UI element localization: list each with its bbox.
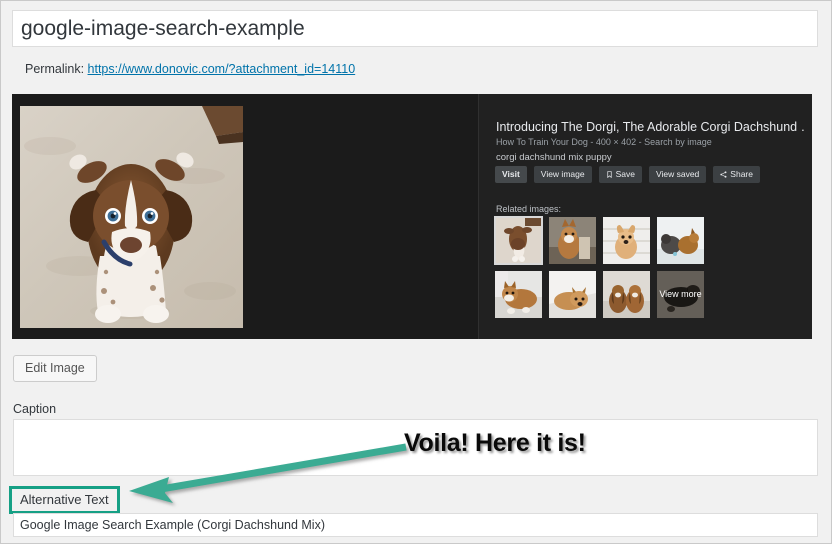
post-title-input[interactable]: [12, 10, 818, 47]
bookmark-icon: [606, 170, 612, 178]
share-icon: [720, 171, 727, 178]
media-preview-panel: Introducing The Dorgi, The Adorable Corg…: [12, 94, 812, 339]
related-thumb-6[interactable]: [549, 271, 596, 318]
related-thumb-8[interactable]: View more: [657, 271, 704, 318]
related-thumb-1[interactable]: [494, 216, 543, 265]
permalink-row: Permalink: https://www.donovic.com/?atta…: [25, 62, 355, 76]
puppy-photo-graphic: [20, 106, 243, 328]
related-thumb-4[interactable]: [657, 217, 704, 264]
thumb-image-3: [603, 217, 650, 264]
edit-image-button[interactable]: Edit Image: [13, 355, 97, 382]
related-images-grid: View more: [494, 216, 704, 318]
view-saved-button-label: View saved: [655, 169, 700, 179]
view-saved-button[interactable]: View saved: [648, 166, 707, 183]
caption-label: Caption: [13, 402, 57, 416]
search-action-buttons: Visit View image Save View saved Share: [495, 166, 760, 183]
share-button-label: Share: [730, 169, 753, 179]
search-result-meta: How To Train Your Dog - 400 × 402 - Sear…: [496, 137, 712, 147]
post-title-field-wrap: [12, 10, 818, 47]
visit-button[interactable]: Visit: [495, 166, 527, 183]
thumb-image-7: [603, 271, 650, 318]
related-thumb-2[interactable]: [549, 217, 596, 264]
thumb-image-6: [549, 271, 596, 318]
google-image-search-panel: Introducing The Dorgi, The Adorable Corg…: [479, 94, 812, 339]
screenshot-root: Permalink: https://www.donovic.com/?atta…: [0, 0, 832, 544]
view-image-button[interactable]: View image: [533, 166, 592, 183]
attachment-photo[interactable]: [20, 106, 243, 328]
thumb-image-1: [495, 217, 542, 264]
related-images-label: Related images:: [496, 204, 562, 214]
thumb-image-4: [657, 217, 704, 264]
search-query-text: corgi dachshund mix puppy: [496, 152, 612, 163]
permalink-link[interactable]: https://www.donovic.com/?attachment_id=1…: [88, 62, 356, 76]
alt-text-label-highlight: Alternative Text: [9, 486, 120, 514]
related-thumb-7[interactable]: [603, 271, 650, 318]
annotation-text: Voila! Here it is!: [404, 429, 586, 457]
image-preview-area: [12, 94, 478, 339]
search-result-title[interactable]: Introducing The Dorgi, The Adorable Corg…: [496, 120, 806, 134]
view-image-button-label: View image: [540, 169, 585, 179]
alt-text-label: Alternative Text: [20, 492, 109, 507]
save-button[interactable]: Save: [598, 166, 642, 183]
visit-button-label: Visit: [502, 169, 520, 179]
view-more-overlay[interactable]: View more: [657, 271, 704, 318]
thumb-image-5: [495, 271, 542, 318]
share-button[interactable]: Share: [713, 166, 760, 183]
related-thumb-3[interactable]: [603, 217, 650, 264]
alt-text-input[interactable]: [13, 513, 818, 537]
save-button-label: Save: [615, 169, 635, 179]
thumb-image-2: [549, 217, 596, 264]
permalink-label: Permalink:: [25, 62, 85, 76]
related-thumb-5[interactable]: [495, 271, 542, 318]
